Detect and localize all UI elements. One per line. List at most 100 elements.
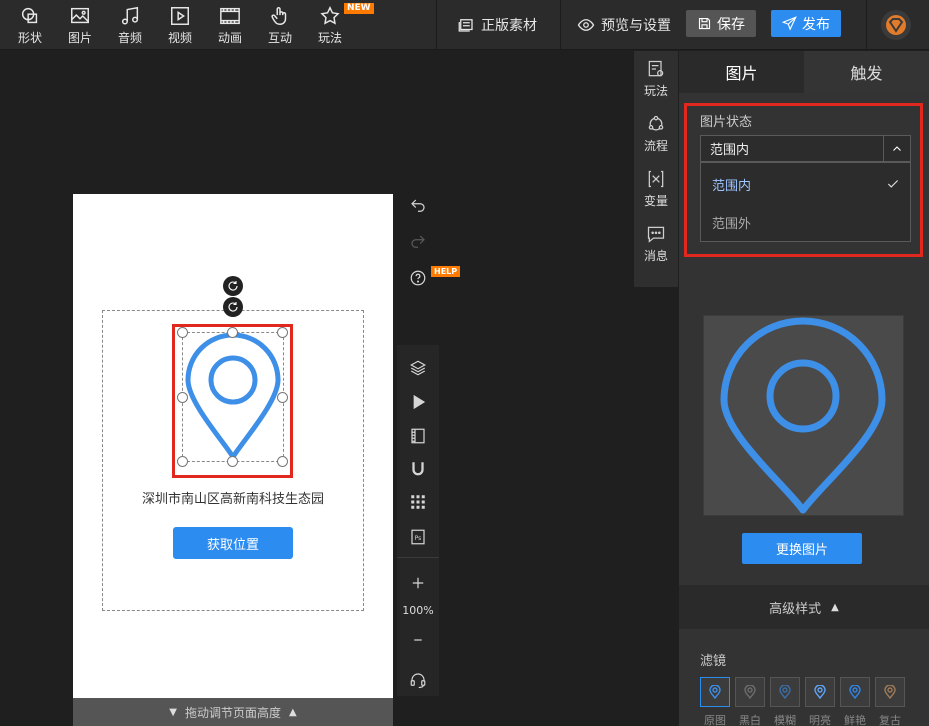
play-button[interactable] (400, 388, 436, 416)
publish-button[interactable]: 发布 (771, 10, 841, 37)
advanced-style-toggle[interactable]: 高级样式 ▲ (679, 585, 929, 629)
triangle-up-icon: ▲ (289, 706, 297, 718)
redo-button[interactable] (400, 228, 436, 256)
tool-label: 互动 (267, 30, 292, 45)
address-text[interactable]: 深圳市南山区高新南科技生态园 (73, 488, 393, 507)
variable-icon (648, 170, 664, 187)
pin-thumbnail-icon (744, 685, 756, 699)
zoom-out-button[interactable] (400, 626, 436, 654)
resize-handle-bottom[interactable] (227, 456, 238, 467)
rail-label: 流程 (643, 138, 668, 153)
image-icon (71, 7, 89, 23)
layers-button[interactable] (400, 354, 436, 382)
assets-icon (458, 19, 473, 32)
triangle-up-icon: ▲ (831, 601, 839, 613)
send-icon (782, 16, 797, 31)
tool-label: 音频 (117, 30, 142, 45)
animation-icon (220, 7, 240, 24)
filter-swatch[interactable] (735, 677, 765, 707)
flow-icon (648, 115, 664, 130)
genuine-assets-label: 正版素材 (481, 18, 537, 34)
resize-handle-bottom-right[interactable] (277, 456, 288, 467)
page-drag-label: 拖动调节页面高度 (184, 705, 281, 720)
selection-box[interactable] (182, 332, 284, 462)
filter-label-item: 原图 (704, 714, 726, 726)
filter-label-item: 模糊 (774, 714, 796, 726)
filter-label-item: 黑白 (739, 714, 761, 726)
star-icon (320, 5, 340, 25)
filter-swatch[interactable] (770, 677, 800, 707)
publish-label: 发布 (802, 16, 830, 33)
preview-settings-button[interactable]: 预览与设置 (577, 0, 671, 50)
video-icon (171, 6, 189, 25)
toolbar-divider (436, 0, 437, 50)
toolbar-divider (866, 0, 867, 50)
zoom-in-button[interactable] (400, 569, 436, 597)
rail-item-variable[interactable]: 变量 (634, 161, 678, 216)
filter-swatch[interactable] (700, 677, 730, 707)
grid-button[interactable] (400, 488, 436, 516)
advanced-style-label: 高级样式 (769, 601, 822, 617)
tool-label: 形状 (17, 30, 42, 45)
rotate-icon (228, 302, 238, 312)
editor-root: 形状 图片 音频 视频 动画 互动 玩法 NEW 正版素材 预览与设置 保存 发… (0, 0, 929, 726)
top-toolbar: 形状 图片 音频 视频 动画 互动 玩法 NEW 正版素材 预览与设置 保存 发… (0, 0, 929, 50)
pin-thumbnail-icon (779, 685, 791, 699)
music-icon (121, 6, 139, 25)
filter-label-item: 复古 (879, 714, 901, 726)
tool-image[interactable]: 图片 (58, 0, 102, 50)
filmstrip-icon (411, 428, 425, 444)
zoom-level: 100% (402, 604, 434, 617)
new-badge: NEW (344, 3, 374, 14)
page-height-drag-bar[interactable]: ▼ 拖动调节页面高度 ▲ (73, 698, 393, 726)
support-button[interactable] (400, 666, 436, 694)
right-rail: 玩法 流程 变量 消息 (634, 51, 678, 287)
undo-button[interactable] (400, 192, 436, 220)
tool-audio[interactable]: 音频 (108, 0, 152, 50)
layers-icon (410, 360, 426, 376)
resize-handle-top-right[interactable] (277, 327, 288, 338)
rail-item-message[interactable]: 消息 (634, 216, 678, 271)
rail-item-gameplay[interactable]: 玩法 (634, 51, 678, 106)
genuine-assets-button[interactable]: 正版素材 (457, 0, 537, 50)
resize-handle-right[interactable] (277, 392, 288, 403)
resize-handle-bottom-left[interactable] (177, 456, 188, 467)
redo-icon (411, 235, 425, 248)
magnet-button[interactable] (400, 455, 436, 483)
tool-interaction[interactable]: 互动 (258, 0, 302, 50)
tool-label: 图片 (67, 30, 92, 45)
rotate-handle[interactable] (223, 276, 243, 296)
tool-label: 动画 (217, 30, 242, 45)
shape-icon (21, 7, 38, 23)
tab-trigger[interactable]: 触发 (804, 51, 929, 93)
save-button[interactable]: 保存 (686, 10, 756, 37)
tab-image[interactable]: 图片 (679, 51, 804, 93)
tool-shape[interactable]: 形状 (8, 0, 52, 50)
rail-label: 消息 (643, 248, 668, 263)
tool-label: 玩法 (317, 30, 342, 45)
tool-animation[interactable]: 动画 (208, 0, 252, 50)
avatar[interactable] (881, 10, 911, 40)
zoom-in-icon (412, 577, 424, 589)
get-location-button[interactable]: 获取位置 (173, 527, 293, 559)
panel-tabs: 图片 触发 (679, 51, 929, 93)
filter-swatch[interactable] (840, 677, 870, 707)
filter-swatch[interactable] (875, 677, 905, 707)
replace-image-button[interactable]: 更换图片 (742, 533, 862, 564)
rotate-handle[interactable] (223, 297, 243, 317)
play-icon (413, 394, 426, 410)
logo-badge-icon (886, 15, 906, 35)
filter-swatch[interactable] (805, 677, 835, 707)
resize-handle-top[interactable] (227, 327, 238, 338)
preview-settings-label: 预览与设置 (601, 18, 671, 34)
resize-handle-left[interactable] (177, 392, 188, 403)
photoshop-import-button[interactable]: Ps (400, 523, 436, 551)
rail-item-flow[interactable]: 流程 (634, 106, 678, 161)
location-pin-preview (720, 317, 886, 514)
rail-label: 变量 (643, 193, 668, 208)
tool-video[interactable]: 视频 (158, 0, 202, 50)
state-highlight-box (684, 103, 923, 257)
resize-handle-top-left[interactable] (177, 327, 188, 338)
tool-label: 视频 (167, 30, 192, 45)
timeline-button[interactable] (400, 422, 436, 450)
